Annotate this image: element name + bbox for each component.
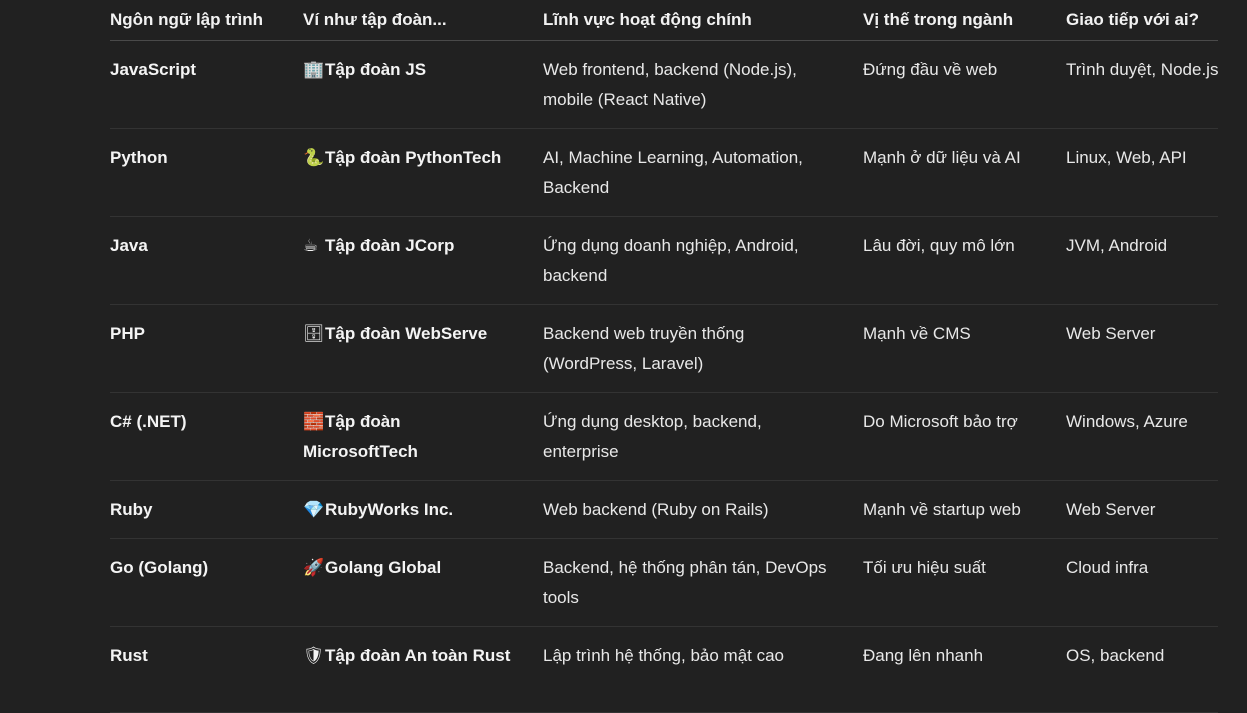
field-text: Ứng dụng desktop, backend, enterprise [543, 412, 762, 461]
field-text: Backend, hệ thống phân tán, DevOps tools [543, 558, 827, 607]
table-row: PHP 🗄Tập đoàn WebServe Backend web truyề… [110, 304, 1218, 393]
table-row: Python 🐍Tập đoàn PythonTech AI, Machine … [110, 128, 1218, 217]
table-header-row: Ngôn ngữ lập trình Ví như tập đoàn... Lĩ… [110, 0, 1218, 41]
bricks-icon: 🧱 [303, 412, 325, 431]
corporation-name: Tập đoàn An toàn Rust [325, 646, 511, 665]
language-cell: JavaScript [110, 40, 303, 129]
field-cell: Backend web truyền thống (WordPress, Lar… [543, 304, 863, 393]
coffee-icon: ☕ [303, 236, 319, 255]
communicates-cell: Windows, Azure [1066, 392, 1218, 481]
corporation-cell: 🧱Tập đoàn MicrosoftTech [303, 392, 543, 481]
corporation-cell: ☕ Tập đoàn JCorp [303, 216, 543, 305]
field-text: Web frontend, backend (Node.js), mobile … [543, 60, 797, 109]
field-cell: Ứng dụng desktop, backend, enterprise [543, 392, 863, 481]
building-icon: 🏢 [303, 60, 325, 79]
corporation-name: Tập đoàn JCorp [325, 236, 455, 255]
corporation-cell: 🏢Tập đoàn JS [303, 40, 543, 129]
header-communicates: Giao tiếp với ai? [1066, 0, 1218, 41]
corporation-name: Tập đoàn WebServe [325, 324, 488, 343]
snake-icon: 🐍 [303, 148, 325, 167]
header-language: Ngôn ngữ lập trình [110, 0, 303, 41]
corporation-cell: 🛡Tập đoàn An toàn Rust [303, 626, 543, 713]
position-cell: Lâu đời, quy mô lớn [863, 216, 1066, 305]
field-text: Ứng dụng doanh nghiệp, Android, backend [543, 236, 799, 285]
position-cell: Mạnh về CMS [863, 304, 1066, 393]
table-row: JavaScript 🏢Tập đoàn JS Web frontend, ba… [110, 40, 1218, 129]
field-cell: Backend, hệ thống phân tán, DevOps tools [543, 538, 863, 627]
corporation-name: Golang Global [325, 558, 442, 577]
language-cell: Ruby [110, 480, 303, 539]
table-row: Rust 🛡Tập đoàn An toàn Rust Lập trình hệ… [110, 626, 1218, 713]
server-icon: 🗄 [303, 324, 325, 343]
field-text: Web backend (Ruby on Rails) [543, 500, 769, 519]
rocket-icon: 🚀 [303, 558, 325, 577]
communicates-cell: Trình duyệt, Node.js [1066, 40, 1218, 129]
corporation-cell: 🚀Golang Global [303, 538, 543, 627]
field-cell: Ứng dụng doanh nghiệp, Android, backend [543, 216, 863, 305]
language-cell: Python [110, 128, 303, 217]
language-cell: Rust [110, 626, 303, 713]
communicates-cell: JVM, Android [1066, 216, 1218, 305]
table-row: C# (.NET) 🧱Tập đoàn MicrosoftTech Ứng dụ… [110, 392, 1218, 481]
language-cell: Java [110, 216, 303, 305]
communicates-cell: Linux, Web, API [1066, 128, 1218, 217]
field-cell: AI, Machine Learning, Automation, Backen… [543, 128, 863, 217]
field-text: Backend web truyền thống (WordPress, Lar… [543, 324, 745, 373]
language-comparison-table: Ngôn ngữ lập trình Ví như tập đoàn... Lĩ… [110, 0, 1218, 713]
position-cell: Đang lên nhanh [863, 626, 1066, 713]
field-text: Lập trình hệ thống, bảo mật cao [543, 646, 785, 665]
language-cell: C# (.NET) [110, 392, 303, 481]
comparison-table-container: Ngôn ngữ lập trình Ví như tập đoàn... Lĩ… [110, 0, 1218, 713]
position-cell: Tối ưu hiệu suất [863, 538, 1066, 627]
field-cell: Web backend (Ruby on Rails) [543, 480, 863, 539]
header-position: Vị thế trong ngành [863, 0, 1066, 41]
shield-icon: 🛡 [303, 646, 325, 665]
language-cell: Go (Golang) [110, 538, 303, 627]
position-cell: Mạnh ở dữ liệu và AI [863, 128, 1066, 217]
language-cell: PHP [110, 304, 303, 393]
corporation-name: Tập đoàn JS [325, 60, 427, 79]
corporation-cell: 🐍Tập đoàn PythonTech [303, 128, 543, 217]
table-row: Java ☕ Tập đoàn JCorp Ứng dụng doanh nghi… [110, 216, 1218, 305]
position-cell: Đứng đầu về web [863, 40, 1066, 129]
header-corporation: Ví như tập đoàn... [303, 0, 543, 41]
corporation-name: RubyWorks Inc. [325, 500, 454, 519]
corporation-name: Tập đoàn PythonTech [325, 148, 502, 167]
communicates-cell: Web Server [1066, 304, 1218, 393]
communicates-cell: Cloud infra [1066, 538, 1218, 627]
header-field: Lĩnh vực hoạt động chính [543, 0, 863, 41]
corporation-cell: 💎RubyWorks Inc. [303, 480, 543, 539]
corporation-cell: 🗄Tập đoàn WebServe [303, 304, 543, 393]
communicates-cell: OS, backend [1066, 626, 1218, 713]
gem-icon: 💎 [303, 500, 325, 519]
field-cell: Web frontend, backend (Node.js), mobile … [543, 40, 863, 129]
field-cell: Lập trình hệ thống, bảo mật cao [543, 626, 863, 713]
table-row: Ruby 💎RubyWorks Inc. Web backend (Ruby o… [110, 480, 1218, 539]
communicates-cell: Web Server [1066, 480, 1218, 539]
table-row: Go (Golang) 🚀Golang Global Backend, hệ t… [110, 538, 1218, 627]
position-cell: Do Microsoft bảo trợ [863, 392, 1066, 481]
position-cell: Mạnh về startup web [863, 480, 1066, 539]
field-text: AI, Machine Learning, Automation, Backen… [543, 148, 803, 197]
